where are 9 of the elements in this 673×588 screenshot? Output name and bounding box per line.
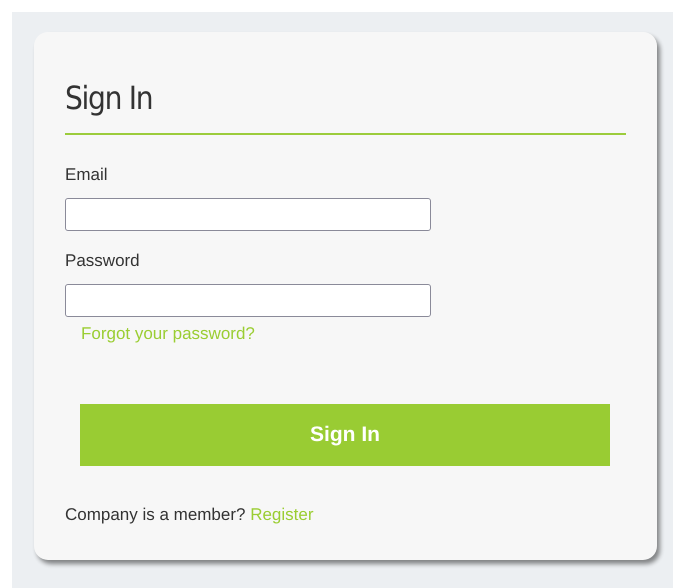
input-field[interactable] [65,198,431,231]
register-link[interactable]: Register [250,505,314,524]
input-field[interactable] [65,284,431,317]
field-label: Password [65,251,140,271]
page-title: Sign In [65,78,152,119]
forgot-password-link[interactable]: Forgot your password? [81,323,255,345]
field-label: Email [65,165,108,185]
sign-in-button[interactable]: Sign In [80,404,610,466]
member-prompt: Company is a member? [65,505,246,524]
